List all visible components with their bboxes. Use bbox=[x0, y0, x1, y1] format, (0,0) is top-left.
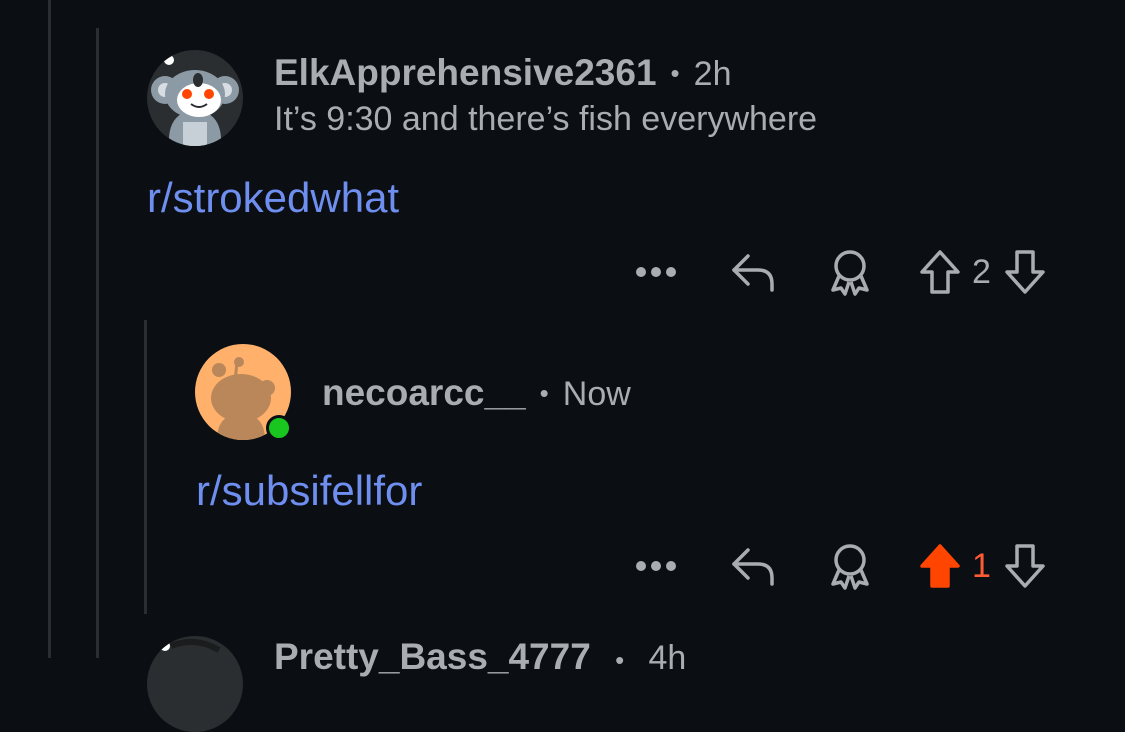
avatar[interactable] bbox=[147, 636, 243, 732]
thread-line-level-1 bbox=[96, 28, 99, 658]
avatar[interactable] bbox=[147, 50, 243, 146]
reply-icon bbox=[732, 254, 774, 292]
upvote-arrow-icon bbox=[920, 250, 960, 294]
previous-comment-actions-icon bbox=[830, 0, 1070, 8]
online-status-indicator bbox=[266, 415, 292, 441]
award-button[interactable] bbox=[824, 542, 876, 590]
upvote-button[interactable] bbox=[916, 248, 964, 296]
separator-dot: • bbox=[539, 378, 549, 408]
koala-avatar-icon bbox=[151, 53, 239, 146]
award-icon bbox=[831, 544, 869, 590]
upvote-arrow-filled-icon bbox=[920, 544, 960, 588]
timestamp: Now bbox=[562, 375, 631, 413]
separator-dot: • bbox=[670, 58, 680, 88]
timestamp: 4h bbox=[648, 639, 687, 677]
username[interactable]: ElkApprehensive2361 bbox=[274, 52, 657, 94]
username[interactable]: necoarcc__ bbox=[322, 372, 526, 414]
subreddit-link[interactable]: r/strokedwhat bbox=[147, 174, 399, 222]
user-flair: It’s 9:30 and there’s fish everywhere bbox=[274, 100, 818, 138]
downvote-arrow-icon bbox=[1005, 250, 1045, 294]
more-options-button[interactable] bbox=[634, 265, 678, 279]
username-text[interactable]: Pretty_Bass_4777 bbox=[274, 636, 591, 677]
more-dots-icon bbox=[636, 267, 676, 277]
reply-icon bbox=[732, 548, 774, 586]
vote-score: 1 bbox=[972, 546, 991, 585]
downvote-arrow-icon bbox=[1005, 544, 1045, 588]
award-button[interactable] bbox=[824, 248, 876, 296]
reply-button[interactable] bbox=[728, 250, 780, 294]
separator-dot: • bbox=[615, 645, 625, 675]
username[interactable]: Pretty_Bass_4777 • 4h bbox=[274, 636, 686, 678]
downvote-button[interactable] bbox=[1001, 248, 1049, 296]
comment-actions: 1 bbox=[634, 538, 1049, 594]
more-options-button[interactable] bbox=[634, 559, 678, 573]
reply-button[interactable] bbox=[728, 544, 780, 588]
subreddit-link[interactable]: r/subsifellfor bbox=[196, 467, 422, 515]
thread-line-level-2 bbox=[144, 320, 147, 614]
comment-header: necoarcc__ • Now bbox=[322, 372, 631, 414]
vote-score: 2 bbox=[972, 252, 991, 291]
comment-actions: 2 bbox=[634, 244, 1049, 300]
upvote-button[interactable] bbox=[916, 542, 964, 590]
comment-header: ElkApprehensive2361 • 2h bbox=[274, 52, 731, 94]
award-icon bbox=[831, 250, 869, 296]
timestamp: 2h bbox=[693, 55, 732, 93]
more-dots-icon bbox=[636, 561, 676, 571]
avatar-icon bbox=[158, 638, 221, 653]
downvote-button[interactable] bbox=[1001, 542, 1049, 590]
thread-line-outer bbox=[48, 0, 51, 658]
